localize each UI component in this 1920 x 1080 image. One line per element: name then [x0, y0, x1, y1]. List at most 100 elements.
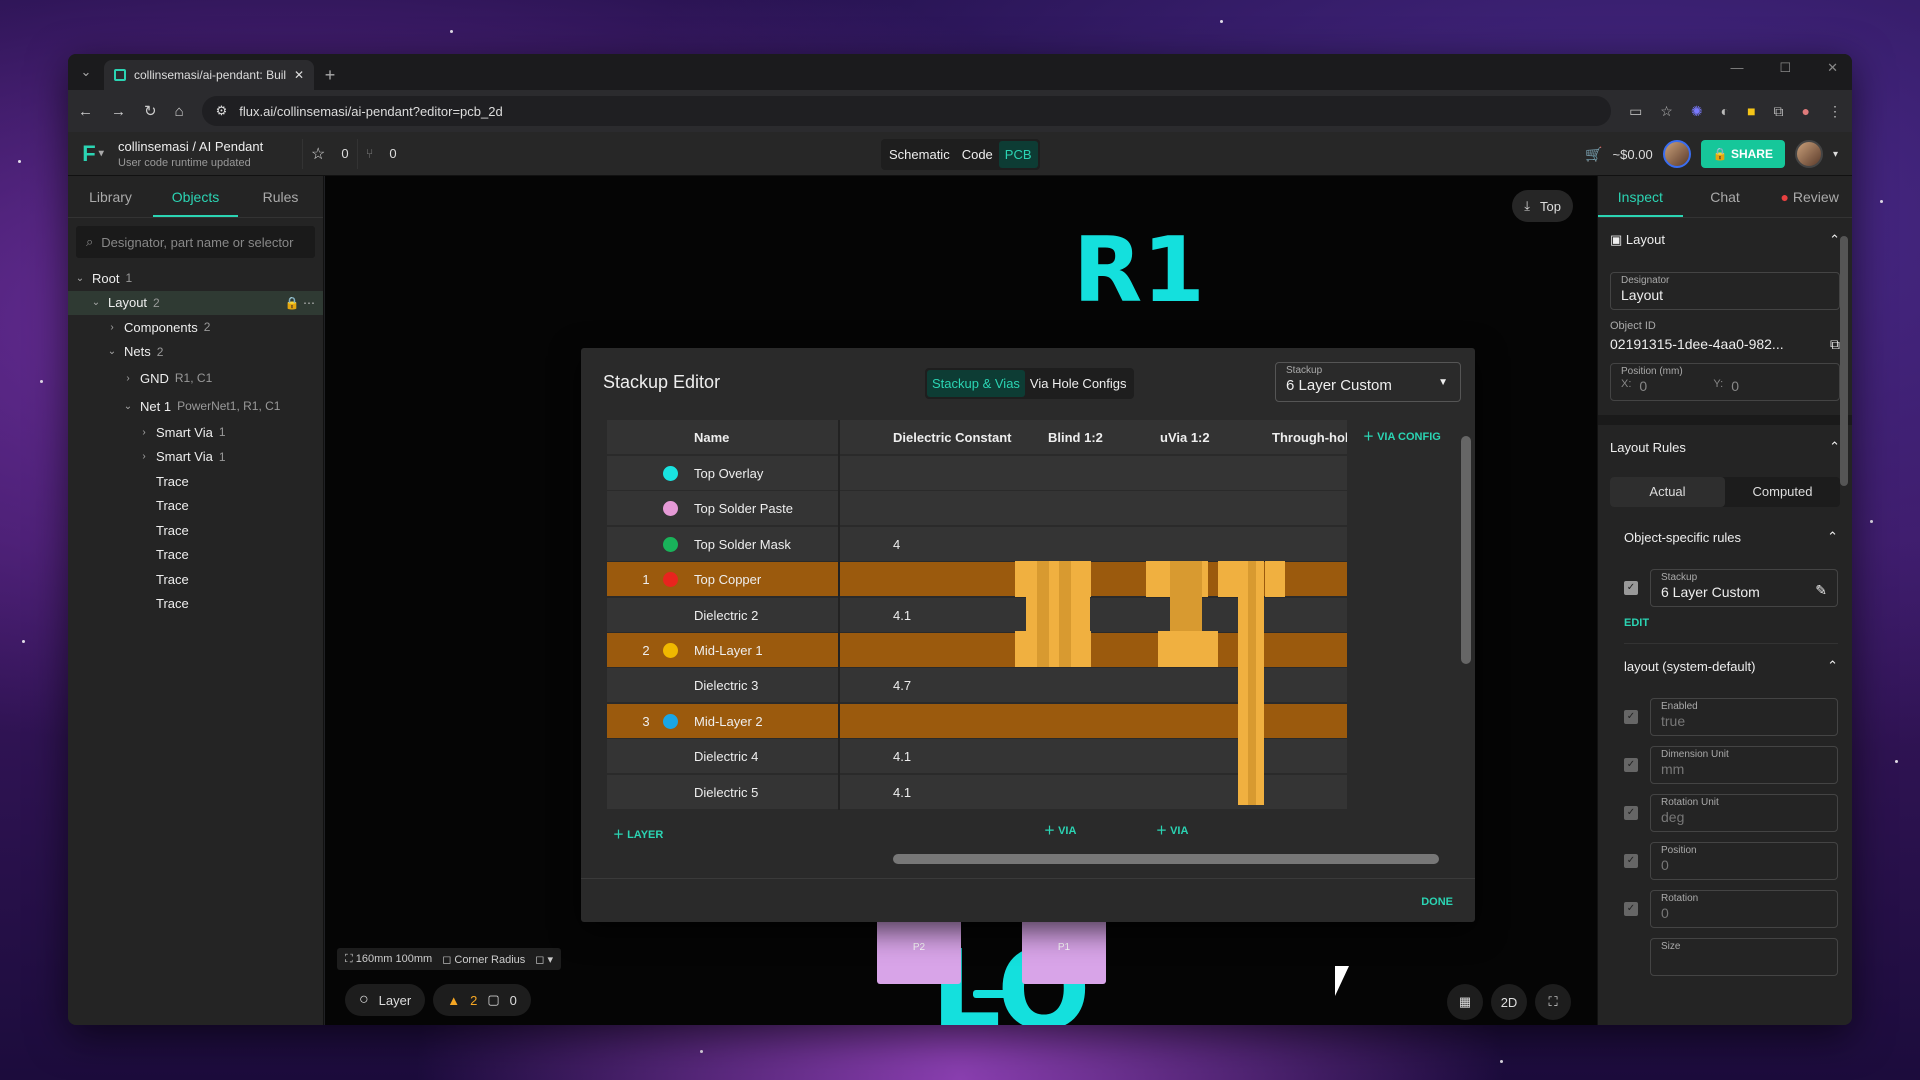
extensions-puzzle-icon[interactable]: ⧉ — [1774, 103, 1784, 120]
extension-icon[interactable]: ■ — [1747, 103, 1755, 120]
dielectric-constant[interactable]: 4 — [893, 537, 900, 552]
add-via-button[interactable]: ＋ VIA — [1156, 822, 1188, 838]
pos-y-value[interactable]: 0 — [1731, 378, 1739, 400]
default-rule-checkbox[interactable]: ✓ — [1624, 758, 1638, 772]
dielectric-constant[interactable]: 4.1 — [893, 749, 911, 764]
system-default-header[interactable]: layout (system-default) ⌃ — [1624, 644, 1838, 688]
tree-item-gnd[interactable]: › GND R1, C1 — [68, 364, 323, 392]
column-header-dielectric[interactable]: Dielectric Constant — [893, 430, 1011, 445]
blind-via-pad[interactable] — [1079, 561, 1091, 597]
tab-search-icon[interactable]: ⌄ — [68, 54, 104, 90]
tree-item-layout[interactable]: ⌄ Layout 2 🔒 ⋯ — [68, 290, 323, 315]
layer-color-swatch[interactable] — [663, 536, 678, 552]
stackup-rule-checkbox[interactable]: ✓ — [1624, 581, 1638, 595]
warnings-comments-chip[interactable]: ▲ 2 ▢ 0 — [433, 984, 531, 1016]
chevron-down-icon[interactable]: ⌄ — [74, 273, 86, 284]
stackup-layer-row[interactable]: Dielectric 3 4.7 — [607, 667, 1347, 703]
layer-selector[interactable]: ○ Layer — [345, 984, 426, 1016]
right-panel-scrollbar[interactable] — [1840, 236, 1848, 486]
default-rule-checkbox[interactable]: ✓ — [1624, 806, 1638, 820]
default-rule-checkbox[interactable]: ✓ — [1624, 854, 1638, 868]
tree-item-smart-via[interactable]: › Smart Via 1 — [68, 445, 323, 470]
blind-via-barrel[interactable] — [1059, 561, 1071, 667]
column-header-through-hole[interactable]: Through-hole — [1272, 430, 1347, 445]
chevron-up-icon[interactable]: ⌃ — [1827, 529, 1838, 545]
browser-tab[interactable]: collinsemasi/ai-pendant: Build ✕ — [104, 60, 314, 90]
object-search-input[interactable]: ⌕ Designator, part name or selector — [76, 226, 315, 258]
collaborator-avatar[interactable] — [1662, 140, 1691, 168]
corner-radius[interactable]: ◻ Corner Radius — [442, 953, 525, 966]
uvia-pad[interactable] — [1158, 631, 1218, 667]
tab-code[interactable]: Code — [956, 141, 999, 168]
stackup-select[interactable]: Stackup 6 Layer Custom ▼ — [1275, 362, 1461, 402]
tab-computed[interactable]: Computed — [1725, 477, 1840, 507]
tab-objects[interactable]: Objects — [153, 176, 238, 217]
tab-actual[interactable]: Actual — [1610, 477, 1725, 507]
site-info-icon[interactable]: ⚙ — [216, 103, 228, 119]
default-rule-checkbox[interactable]: ✓ — [1624, 902, 1638, 916]
tab-via-hole-configs[interactable]: Via Hole Configs — [1025, 370, 1132, 397]
url-bar[interactable]: ⚙ flux.ai/collinsemasi/ai-pendant?editor… — [201, 96, 1612, 126]
column-divider[interactable] — [838, 420, 840, 810]
chevron-down-icon[interactable]: ⌄ — [90, 297, 102, 308]
blind-via-pad[interactable] — [1079, 631, 1091, 667]
layer-color-swatch[interactable] — [663, 501, 678, 517]
fullscreen-icon[interactable]: ⛶ — [1535, 984, 1571, 1020]
board-size-bar[interactable]: ⛶ 160mm 100mm ◻ Corner Radius ◻ ▾ — [337, 948, 562, 970]
chevron-down-icon[interactable]: ▾ — [1833, 149, 1838, 160]
cart-icon[interactable]: 🛒 — [1585, 146, 1602, 163]
pos-x-value[interactable]: 0 — [1639, 378, 1705, 400]
tab-library[interactable]: Library — [68, 176, 153, 217]
chevron-right-icon[interactable]: › — [106, 322, 118, 333]
tree-item-trace[interactable]: Trace — [68, 494, 323, 519]
position-field[interactable]: Position (mm) X: 0 Y: 0 — [1610, 363, 1840, 401]
profile-avatar[interactable]: ● — [1802, 103, 1810, 120]
tab-stackup-vias[interactable]: Stackup & Vias — [927, 370, 1025, 397]
horizontal-scrollbar[interactable] — [893, 854, 1439, 864]
edit-rule-button[interactable]: EDIT — [1624, 617, 1838, 629]
tree-item-root[interactable]: ⌄ Root 1 — [68, 266, 323, 291]
tab-rules[interactable]: Rules — [238, 176, 323, 217]
add-via-button[interactable]: ＋ VIA — [1044, 822, 1076, 838]
tab-pcb[interactable]: PCB — [998, 141, 1038, 168]
tree-item-trace[interactable]: Trace — [68, 567, 323, 592]
browser-menu-icon[interactable]: ⋮ — [1828, 103, 1842, 120]
object-rules-header[interactable]: Object-specific rules ⌃ — [1624, 515, 1838, 559]
column-header-uvia[interactable]: uVia 1:2 — [1160, 430, 1210, 445]
minimize-icon[interactable]: — — [1730, 60, 1743, 76]
grid-icon[interactable]: ▦ — [1447, 984, 1483, 1020]
chevron-down-icon[interactable]: ⌄ — [106, 346, 118, 357]
add-layer-button[interactable]: ＋ LAYER — [613, 826, 663, 842]
tree-item-smart-via[interactable]: › Smart Via 1 — [68, 420, 323, 445]
close-tab-icon[interactable]: ✕ — [294, 68, 304, 82]
tree-item-trace[interactable]: Trace — [68, 518, 323, 543]
chevron-up-icon[interactable]: ⌃ — [1827, 658, 1838, 674]
layer-color-swatch[interactable] — [663, 713, 678, 729]
stackup-layer-row[interactable]: Dielectric 4 4.1 — [607, 738, 1347, 774]
layer-color-swatch[interactable] — [663, 572, 678, 588]
through-hole-barrel[interactable] — [1248, 561, 1256, 805]
new-tab-icon[interactable]: + — [314, 60, 346, 90]
layout-section-header[interactable]: ▣ Layout ⌃ — [1610, 218, 1840, 262]
chevron-right-icon[interactable]: › — [122, 373, 134, 384]
user-avatar[interactable] — [1794, 140, 1823, 168]
extension-icon[interactable]: ◐ — [1721, 103, 1729, 120]
dielectric-constant[interactable]: 4.1 — [893, 785, 911, 800]
lock-icon[interactable]: 🔒 — [285, 296, 300, 310]
view-side-button[interactable]: ⤓ Top — [1512, 190, 1573, 222]
tree-item-nets[interactable]: ⌄ Nets 2 — [68, 340, 323, 365]
chevron-right-icon[interactable]: › — [138, 451, 150, 462]
tree-item-components[interactable]: › Components 2 — [68, 315, 323, 340]
pencil-icon[interactable]: ✎ — [1815, 582, 1827, 599]
corner-radius-dropdown[interactable]: ◻ ▾ — [535, 953, 553, 966]
blind-via-pad[interactable] — [1015, 631, 1027, 667]
copy-icon[interactable]: ⧉ — [1830, 336, 1840, 353]
fork-button[interactable]: ⑂ — [356, 138, 382, 169]
project-title[interactable]: collinsemasi / AI Pendant — [118, 139, 278, 154]
layer-color-swatch[interactable] — [663, 466, 678, 481]
maximize-icon[interactable]: ☐ — [1779, 60, 1791, 76]
stackup-layer-row[interactable]: Top Solder Mask 4 — [607, 525, 1347, 561]
back-icon[interactable]: ← — [78, 103, 93, 120]
stackup-layer-row[interactable]: Dielectric 5 4.1 — [607, 773, 1347, 809]
tab-chat[interactable]: Chat — [1683, 176, 1768, 217]
